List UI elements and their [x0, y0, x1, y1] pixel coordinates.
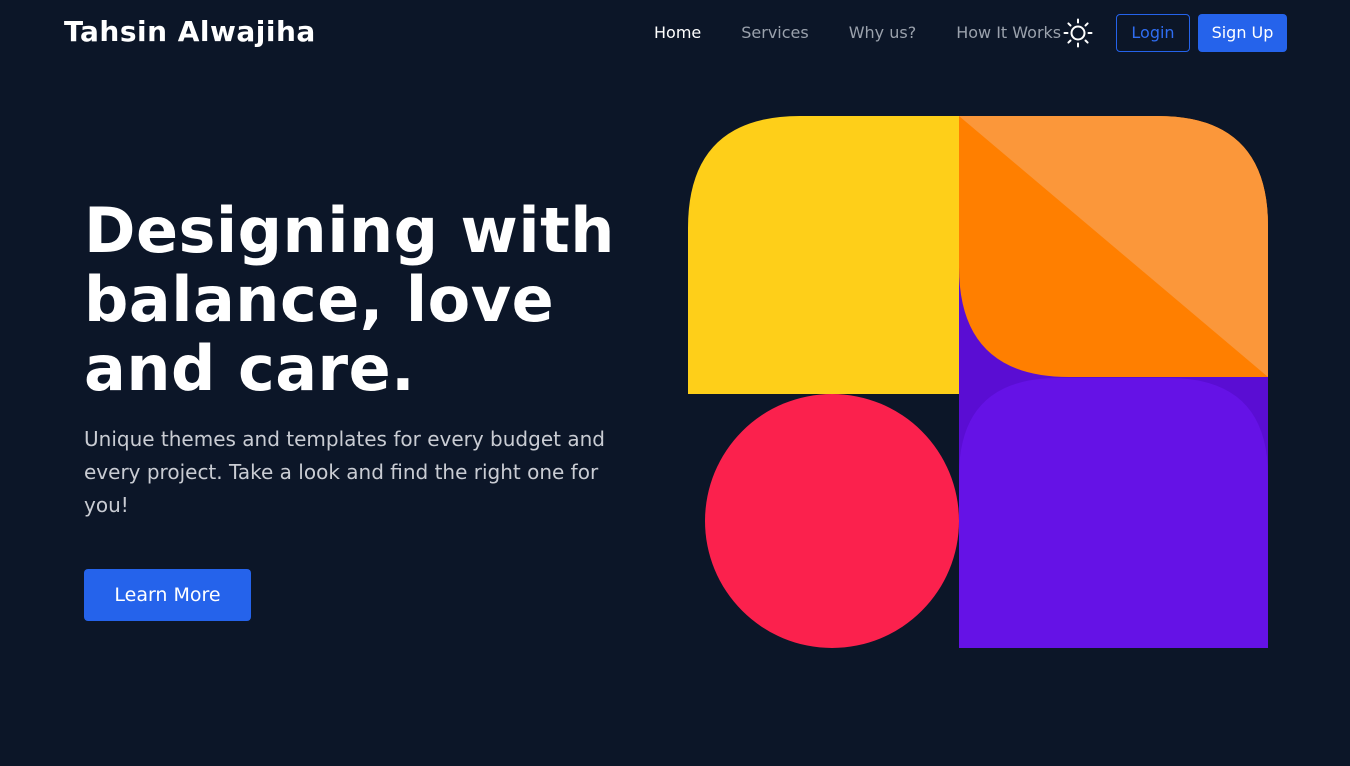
brand-logo[interactable]: Tahsin Alwajiha [64, 14, 316, 50]
login-button[interactable]: Login [1116, 14, 1190, 52]
hero-illustration [688, 116, 1268, 648]
purple-arch [959, 378, 1268, 648]
learn-more-button[interactable]: Learn More [84, 569, 251, 621]
red-circle [705, 394, 959, 648]
nav-item-why-us[interactable]: Why us? [849, 20, 916, 46]
nav-item-home[interactable]: Home [654, 20, 701, 46]
nav-item-services[interactable]: Services [741, 20, 808, 46]
hero-title: Designing with balance, love and care. [84, 194, 615, 405]
sun-icon[interactable] [1062, 17, 1094, 49]
signup-button[interactable]: Sign Up [1198, 14, 1287, 52]
yellow-shape [688, 116, 959, 394]
landing-page: Tahsin Alwajiha Home Services Why us? Ho… [0, 0, 1350, 766]
main-nav: Home Services Why us? How It Works [632, 20, 1101, 46]
hero-subtitle: Unique themes and templates for every bu… [84, 427, 605, 517]
nav-item-how-it-works[interactable]: How It Works [956, 20, 1061, 46]
